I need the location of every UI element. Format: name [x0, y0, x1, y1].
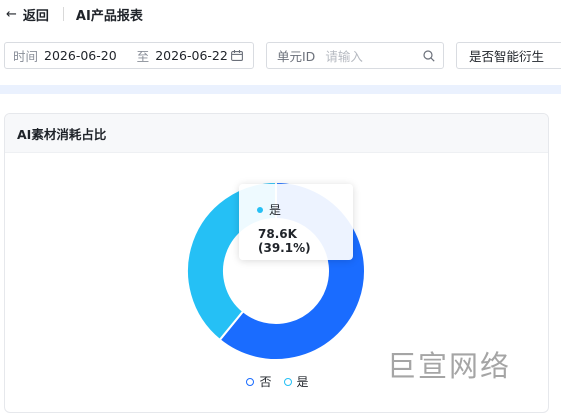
date-range-label: 时间	[13, 49, 39, 64]
tooltip-series-name: 是	[269, 203, 282, 217]
legend-item-2[interactable]: 是	[283, 373, 309, 390]
section-divider-strip	[0, 85, 561, 94]
legend-marker-icon	[283, 377, 292, 386]
search-icon[interactable]	[423, 50, 435, 62]
date-separator: 至	[136, 49, 150, 64]
calendar-icon[interactable]	[231, 50, 243, 61]
unit-id-label: 单元ID	[277, 49, 316, 64]
back-arrow-icon: ←	[6, 6, 17, 22]
derivative-select-value: 是否智能衍生	[469, 49, 545, 64]
unit-id-search[interactable]: 单元ID 请输入	[266, 42, 444, 69]
date-range-picker[interactable]: 时间 2026-06-20 至 2026-06-22	[4, 42, 254, 69]
legend-marker-icon	[246, 377, 255, 386]
legend-item-1[interactable]: 否	[246, 373, 272, 390]
legend-label: 否	[259, 375, 272, 389]
tooltip-value: 78.6K (39.1%)	[258, 227, 311, 255]
legend-label: 是	[296, 375, 309, 389]
start-date[interactable]: 2026-06-20	[44, 48, 117, 63]
watermark: 巨宣网络	[387, 349, 512, 383]
derivative-select[interactable]: 是否智能衍生	[456, 42, 561, 69]
unit-id-input[interactable]: 请输入	[325, 46, 363, 65]
page-title: AI产品报表	[75, 8, 143, 24]
top-bar: ← 返回 AI产品报表	[0, 0, 561, 28]
back-button[interactable]: ← 返回	[6, 5, 49, 24]
chart-tooltip: 是 78.6K (39.1%)	[239, 184, 353, 260]
end-date[interactable]: 2026-06-22	[155, 48, 228, 63]
filter-bar: 时间 2026-06-20 至 2026-06-22 单元ID 请输入 是否智能…	[0, 42, 561, 71]
back-label: 返回	[22, 8, 49, 24]
header-divider	[62, 7, 64, 21]
tooltip-marker	[257, 207, 263, 213]
